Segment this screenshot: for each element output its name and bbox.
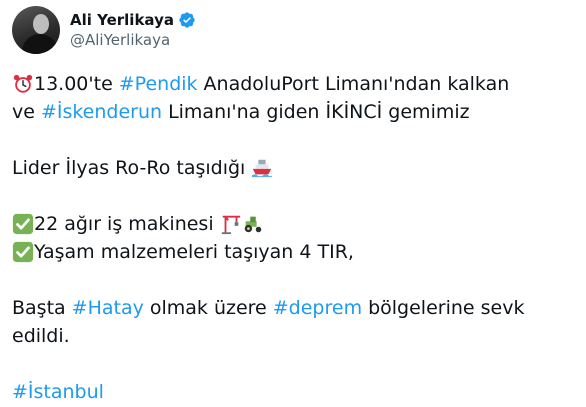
tweet-line-4-text: 22 ağır iş makinesi	[34, 213, 214, 235]
tweet-line-5-text: Yaşam malzemeleri taşıyan 4 TIR,	[34, 241, 354, 263]
avatar[interactable]	[12, 6, 60, 54]
tweet-line-6-text: bölgelerine sevk	[368, 297, 525, 319]
tweet-line-3: Lider İlyas Ro-Ro taşıdığı	[12, 154, 578, 182]
ship-icon	[251, 157, 273, 179]
tweet-line-4: 22 ağır iş makinesi	[12, 210, 578, 238]
tweet-line-2: ve #İskenderun Limanı'na giden İKİNCİ ge…	[12, 98, 578, 126]
hashtag-pendik[interactable]: #Pendik	[119, 70, 198, 98]
hashtag-hatay[interactable]: #Hatay	[72, 294, 144, 322]
author-handle[interactable]: @AliYerlikaya	[70, 30, 196, 50]
check-mark-icon	[12, 241, 34, 263]
tweet-line-1-text: AnadoluPort Limanı'ndan kalkan	[203, 73, 510, 95]
author-info: Ali Yerlikaya @AliYerlikaya	[70, 10, 196, 50]
tweet-line-8: #İstanbul	[12, 378, 578, 406]
tweet-line-7: edildi.	[12, 322, 578, 350]
tweet-line-3-text: Lider İlyas Ro-Ro taşıdığı	[12, 157, 246, 179]
tweet-line-1: 13.00'te #Pendik AnadoluPort Limanı'ndan…	[12, 70, 578, 98]
alarm-clock-icon	[12, 73, 34, 95]
hashtag-istanbul[interactable]: #İstanbul	[12, 378, 104, 406]
tweet-line-6: Başta #Hatay olmak üzere #deprem bölgele…	[12, 294, 578, 322]
hashtag-deprem[interactable]: #deprem	[273, 294, 362, 322]
hashtag-iskenderun[interactable]: #İskenderun	[41, 98, 162, 126]
tweet-line-7-text: edildi.	[12, 325, 70, 347]
tweet-line-6-prefix: Başta	[12, 297, 66, 319]
tweet-time: 13.00'te	[34, 73, 113, 95]
tractor-icon	[242, 213, 264, 235]
tweet-header: Ali Yerlikaya @AliYerlikaya	[12, 6, 196, 54]
tweet-line-6-middle: olmak üzere	[149, 297, 267, 319]
tweet-text: 13.00'te #Pendik AnadoluPort Limanı'ndan…	[12, 70, 578, 406]
verified-badge-icon	[179, 12, 195, 28]
tweet-line-5: Yaşam malzemeleri taşıyan 4 TIR,	[12, 238, 578, 266]
author-display-name[interactable]: Ali Yerlikaya	[70, 10, 174, 30]
crane-icon	[220, 213, 242, 235]
check-mark-icon	[12, 213, 34, 235]
tweet-line-2-text: Limanı'na giden İKİNCİ gemimiz	[168, 101, 470, 123]
tweet-line-2-prefix: ve	[12, 101, 35, 123]
